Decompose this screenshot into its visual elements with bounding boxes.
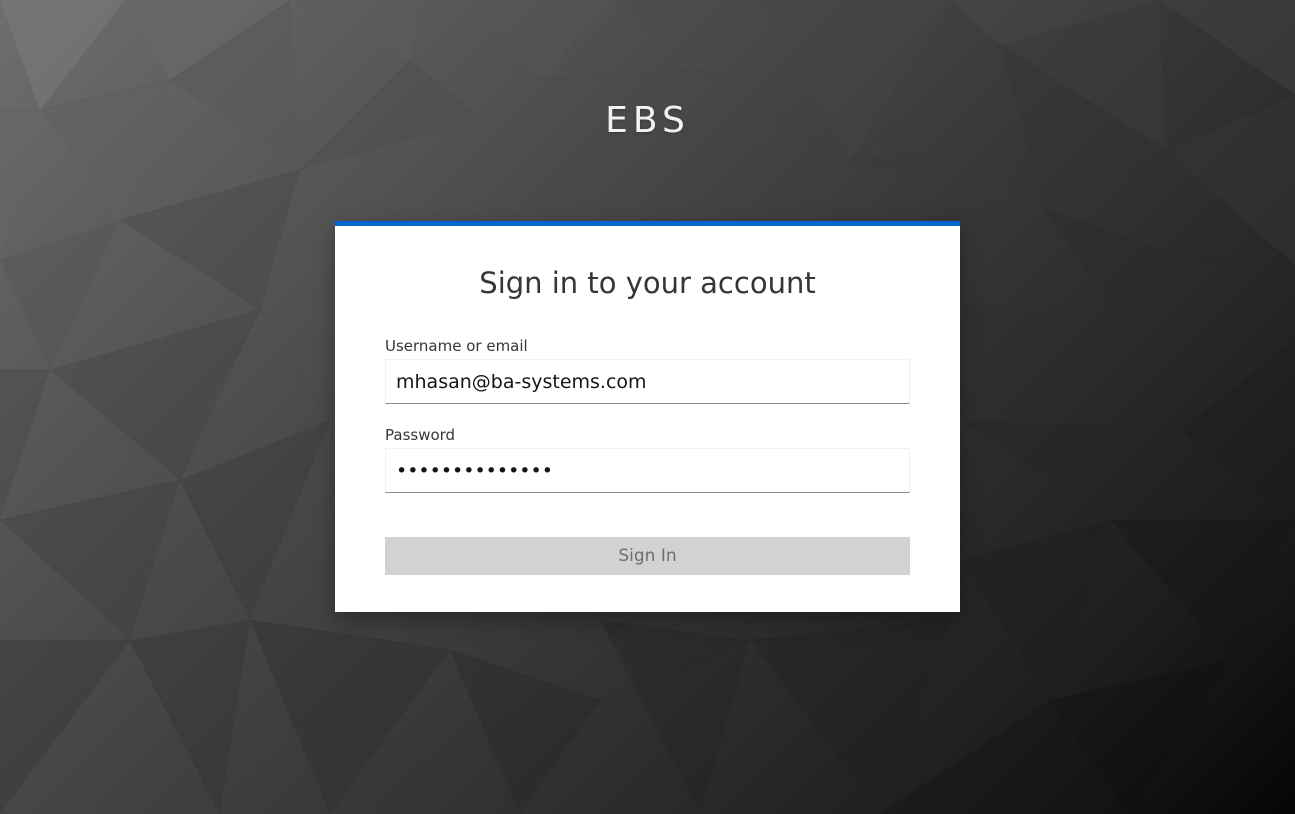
login-card: Sign in to your account Username or emai… [335,221,960,612]
username-field[interactable] [385,359,910,404]
sign-in-button[interactable]: Sign In [385,537,910,575]
brand-title: EBS [605,100,690,141]
password-field[interactable] [385,448,910,493]
password-label: Password [385,426,456,444]
login-heading: Sign in to your account [479,266,816,300]
username-label: Username or email [385,337,528,355]
login-page: EBS Sign in to your account Username or … [0,0,1295,814]
